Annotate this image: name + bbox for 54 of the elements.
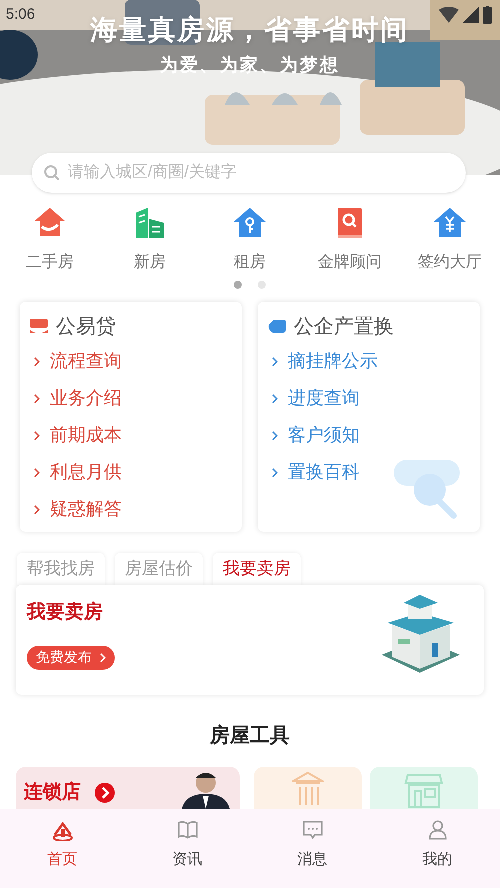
chevron-icon [100, 652, 106, 662]
search-field[interactable]: 请输入城区/商圈/关键字 [32, 153, 466, 193]
panel-link[interactable]: 利息月供 [34, 459, 232, 486]
panel-link[interactable]: 置换百科 [272, 459, 470, 486]
tab-bar-item[interactable]: 资讯 [125, 819, 250, 888]
section-title: 房屋工具 [208, 724, 291, 749]
panel-title: 公易贷 [56, 315, 116, 340]
search-icon [44, 165, 60, 181]
chevron-icon [272, 430, 278, 440]
category-button[interactable]: 新房 [100, 205, 200, 275]
panel-link[interactable]: 前期成本 [34, 422, 232, 449]
home-icon [52, 819, 74, 841]
panel-link[interactable]: 流程查询 [34, 348, 232, 375]
service-tab[interactable]: 帮我找房 [17, 553, 105, 585]
chevron-icon [272, 394, 278, 404]
publish-button[interactable]: 免费发布 [27, 646, 115, 670]
chevron-icon [34, 468, 40, 478]
wallet-icon [30, 319, 48, 335]
chevron-icon [272, 468, 278, 478]
chevron-icon [34, 356, 40, 366]
store-card[interactable]: 连锁店 [16, 767, 240, 809]
book-icon [176, 819, 198, 841]
panel-link[interactable]: 业务介绍 [34, 385, 232, 412]
category-button[interactable]: 租房 [200, 205, 300, 275]
chevron-icon [34, 394, 40, 404]
service-title: 我要卖房 [27, 600, 104, 625]
tab-bar-item[interactable]: 我的 [375, 819, 500, 888]
person-icon [426, 819, 448, 841]
panel-link[interactable]: 疑惑解答 [34, 496, 232, 523]
store-label: 连锁店 [24, 780, 81, 805]
category-button[interactable]: 二手房 [0, 205, 100, 275]
arrow-circle-icon [95, 783, 115, 803]
category-button[interactable]: 签约大厅 [400, 205, 500, 275]
service-tab[interactable]: 我要卖房 [213, 553, 301, 585]
panel-link[interactable]: 进度查询 [272, 385, 470, 412]
chevron-icon [272, 356, 278, 366]
tab-bar-item[interactable]: 首页 [0, 819, 125, 888]
tag-icon [268, 320, 286, 334]
panel-link[interactable]: 摘挂牌公示 [272, 348, 470, 375]
signal-icon [463, 7, 479, 24]
service-tab[interactable]: 房屋估价 [115, 553, 203, 585]
battery-icon [483, 6, 492, 24]
hero-subtitle: 为爱、为家、为梦想 [160, 54, 340, 77]
chevron-icon [34, 430, 40, 440]
chevron-icon [34, 504, 40, 514]
tab-bar-item[interactable]: 消息 [250, 819, 375, 888]
panel-link[interactable]: 客户须知 [272, 422, 470, 449]
magnifier-icon [394, 460, 462, 522]
category-button[interactable]: 金牌顾问 [300, 205, 400, 275]
status-time: 5:06 [6, 5, 36, 25]
chat-icon [302, 819, 324, 841]
wifi-icon [439, 7, 459, 24]
shop-icon [404, 771, 444, 809]
panel-title: 公企产置换 [294, 315, 394, 340]
